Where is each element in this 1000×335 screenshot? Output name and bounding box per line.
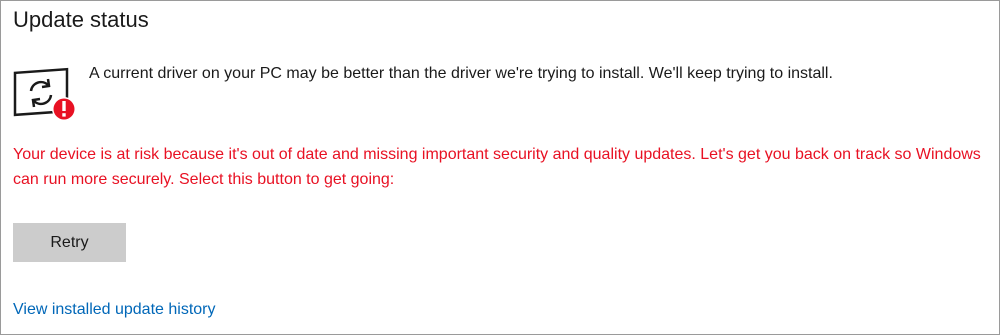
page-title: Update status — [13, 7, 149, 32]
risk-warning-text: Your device is at risk because it's out … — [13, 146, 981, 188]
sync-warning-icon — [13, 61, 77, 125]
status-message: A current driver on your PC may be bette… — [89, 65, 833, 82]
monitor-sync-icon — [13, 67, 76, 121]
retry-button[interactable]: Retry — [13, 223, 126, 262]
view-update-history-link[interactable]: View installed update history — [13, 299, 216, 321]
alert-badge-icon — [52, 97, 76, 121]
update-status-panel: Update status A current driver on your P… — [0, 0, 1000, 335]
